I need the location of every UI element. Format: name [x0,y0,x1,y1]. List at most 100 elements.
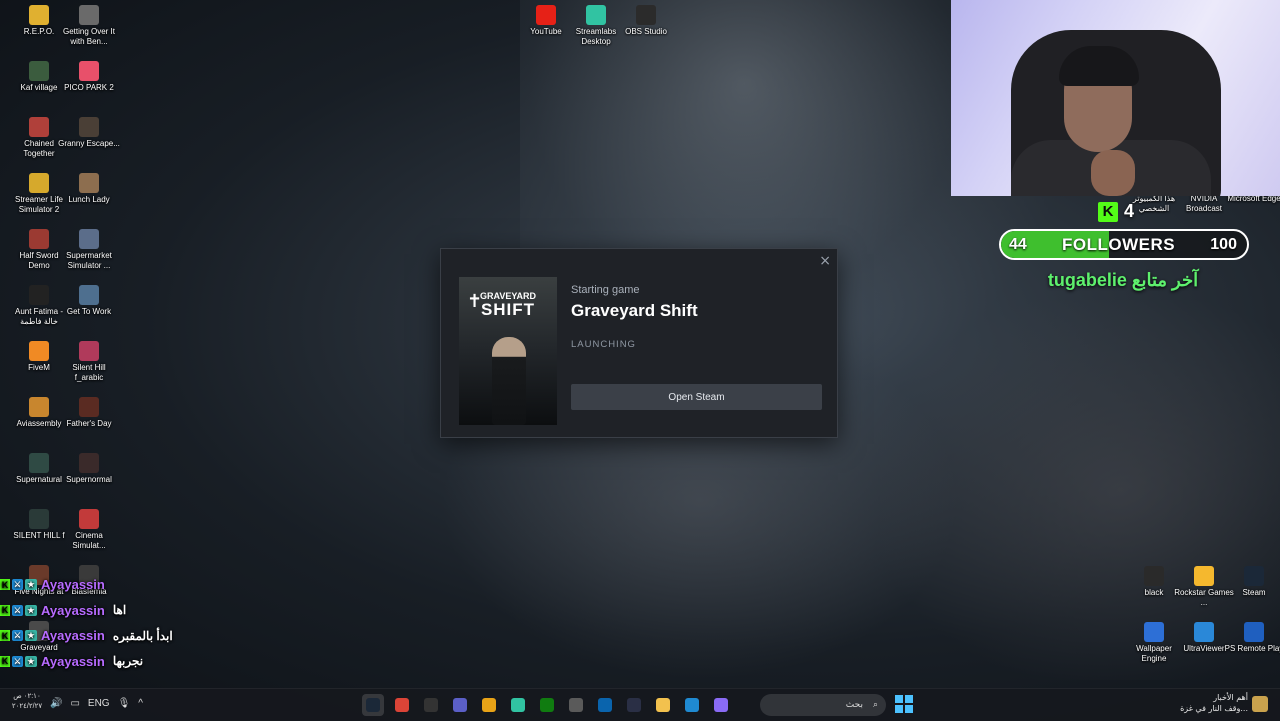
fathers-day-icon [79,397,99,417]
dialog-subtitle: Starting game [571,284,640,296]
tray-overflow-icon[interactable]: ^ [138,698,143,709]
taskbar-app-store-icon[interactable] [623,694,645,716]
chat-message: K ⚔ ★ Ayayassin اها [0,598,260,624]
kick-badge-icon: K [0,579,10,591]
taskbar-app-usb-icon[interactable] [565,694,587,716]
taskbar-app-obs-icon[interactable] [420,694,442,716]
network-icon[interactable]: ▭ [70,698,79,709]
taskbar-app-edge-icon[interactable] [681,694,703,716]
desktop-shortcut-left-3[interactable]: PICO PARK 2 [58,61,120,93]
desktop-shortcut-left-11[interactable]: Get To Work [58,285,120,317]
chat-message: K ⚔ ★ Ayayassin نجربها [0,649,260,675]
taskbar-app-file-explorer-icon[interactable] [652,694,674,716]
desktop-shortcut-rightbottom-5[interactable]: PS Remote Play [1223,622,1280,654]
obs-icon [424,698,438,712]
search-box[interactable]: بحث ⌕ [760,694,886,716]
kick-viewers: K 4 [1098,201,1134,222]
wallpaper-engine-icon [1144,622,1164,642]
xbox-icon [540,698,554,712]
supernormal-icon [79,453,99,473]
shortcut-label: Father's Day [66,419,112,428]
start-tile [905,695,913,703]
chained-together-icon [29,117,49,137]
subscriber-badge-icon: ★ [25,655,37,667]
taskbar-app-outlook-icon[interactable] [594,694,616,716]
followers-goal: 100 [1210,235,1237,253]
open-steam-button[interactable]: Open Steam [571,384,822,410]
shortcut-label: Granny Escape... [58,139,120,148]
kaf-village-icon [29,61,49,81]
kick-logo-icon: K [1098,201,1118,222]
copilot-icon [714,698,728,712]
desktop-shortcut-left-5[interactable]: Granny Escape... [58,117,120,149]
silent-hill-arabic-icon [79,341,99,361]
shortcut-label: Getting Over It with Ben... [62,27,116,46]
cover-title-big: SHIFT [480,300,536,319]
start-tile [895,705,903,713]
taskbar-app-steam-icon[interactable] [362,694,384,716]
desktop-shortcut-top-2[interactable]: OBS Studio [615,5,677,37]
system-tray: 🔊 ▭ ENG 🎙 ^ [50,698,143,709]
desktop-shortcut-rightbottom-2[interactable]: Steam [1223,566,1280,598]
taskbar-app-xbox-icon[interactable] [536,694,558,716]
pico-park-icon [79,61,99,81]
taskbar-app-teams-icon[interactable] [449,694,471,716]
store-icon [627,698,641,712]
microphone-icon[interactable]: 🎙 [118,698,131,709]
launch-status: LAUNCHING [571,339,636,350]
steam-launch-dialog: × ✝ GRAVEYARD SHIFT Starting game Gravey… [440,248,838,438]
half-sword-icon [29,229,49,249]
moderator-badge-icon: ⚔ [12,630,23,642]
desktop-shortcut-left-7[interactable]: Lunch Lady [58,173,120,205]
taskbar-app-streamlabs-icon[interactable] [507,694,529,716]
news-widget[interactable]: أهم الأخبار وقف النار في غزة... [1168,692,1248,714]
news-headline: وقف النار في غزة... [1180,704,1248,713]
taskbar-app-chrome-icon[interactable] [391,694,413,716]
close-icon[interactable]: × [819,253,831,269]
moderator-badge-icon: ⚔ [12,579,23,591]
cinema-simulator-icon [79,509,99,529]
start-tile [905,705,913,713]
chat-username: Ayayassin [41,628,105,644]
news-widget-icon[interactable] [1252,696,1268,712]
taskbar: ٠٢:١٠ ص ٢٠٢٤/٢/٢٧ 🔊 ▭ ENG 🎙 ^ بحث ⌕ أهم … [0,688,1280,721]
youtube-icon [536,5,556,25]
cover-title: GRAVEYARD SHIFT [459,291,557,319]
streamlabs-icon [511,698,525,712]
silent-hill-f-icon [29,509,49,529]
repo-game-icon [29,5,49,25]
followers-label: FOLLOWERS [1061,234,1176,254]
desktop-shortcut-left-1[interactable]: Getting Over It with Ben... [58,5,120,47]
start-button[interactable] [895,695,913,713]
followers-current: 44 [1009,235,1027,253]
get-to-work-icon [79,285,99,305]
lunch-lady-icon [79,173,99,193]
desktop-shortcut-left-15[interactable]: Father's Day [58,397,120,429]
webcam-feed [951,0,1280,196]
news-title: أهم الأخبار [1213,693,1248,702]
desktop-shortcut-left-17[interactable]: Supernormal [58,453,120,485]
subscriber-badge-icon: ★ [25,579,37,591]
ultraviewer-icon [1194,622,1214,642]
shortcut-label: Lunch Lady [68,195,110,204]
follower-goal-bar: 44 FOLLOWERS 100 [999,229,1249,260]
obs-icon [636,5,656,25]
volume-icon[interactable]: 🔊 [50,698,62,709]
subscriber-badge-icon: ★ [25,630,37,642]
ps-remote-play-icon [1244,622,1264,642]
supernatural-icon [29,453,49,473]
teams-icon [453,698,467,712]
taskbar-clock[interactable]: ٠٢:١٠ ص ٢٠٢٤/٢/٢٧ [10,692,44,712]
desktop-shortcut-left-13[interactable]: Silent Hill f_arabic [58,341,120,383]
chrome-alt-icon [482,698,496,712]
moderator-badge-icon: ⚔ [12,655,23,667]
desktop-shortcut-left-9[interactable]: Supermarket Simulator ... [58,229,120,271]
chat-username: Ayayassin [41,602,105,618]
usb-icon [569,698,583,712]
language-indicator[interactable]: ENG [88,698,110,709]
chat-overlay: K ⚔ ★ Ayayassin K ⚔ ★ Ayayassin اها K ⚔ ★ Ayayassin ا… [0,572,260,674]
taskbar-app-copilot-icon[interactable] [710,694,732,716]
desktop-shortcut-left-19[interactable]: Cinema Simulat... [58,509,120,551]
chat-message: K ⚔ ★ Ayayassin ابدأ بالمقبره [0,623,260,649]
taskbar-app-chrome-alt-icon[interactable] [478,694,500,716]
